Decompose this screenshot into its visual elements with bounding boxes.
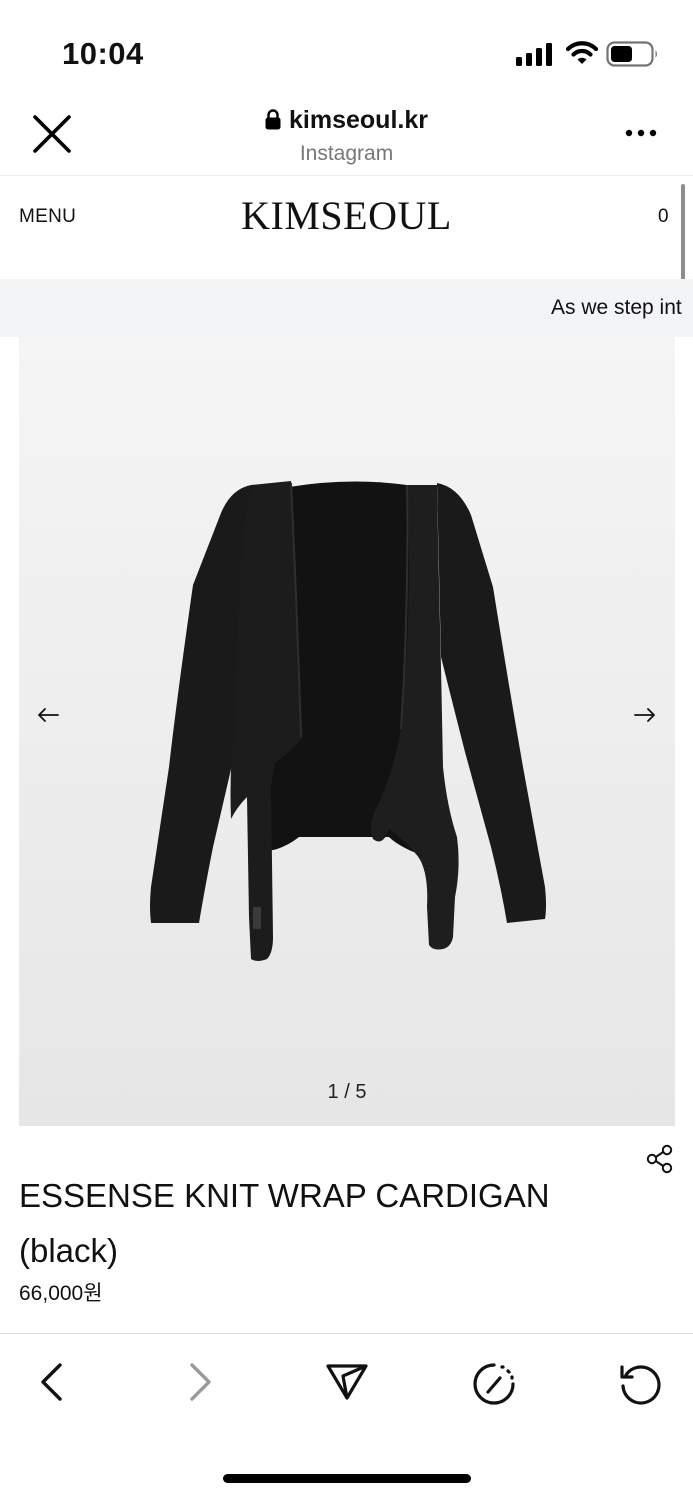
speed-icon[interactable] <box>472 1362 516 1406</box>
status-bar: 10:04 <box>0 0 693 100</box>
announcement-text: As we step int <box>551 296 682 319</box>
arrow-right-icon[interactable] <box>634 707 656 723</box>
battery-icon <box>606 41 657 67</box>
arrow-left-icon[interactable] <box>37 707 59 723</box>
status-time: 10:04 <box>62 36 144 71</box>
forward-icon[interactable] <box>186 1362 214 1402</box>
product-price: 66,000원 <box>19 1282 103 1305</box>
url-text: kimseoul.kr <box>289 106 428 134</box>
product-gallery[interactable]: 1 / 5 <box>19 337 675 1126</box>
signal-icon <box>516 43 552 66</box>
product-title: ESSENSE KNIT WRAP CARDIGAN (black) <box>19 1177 550 1269</box>
brand-logo[interactable]: KIMSEOUL <box>0 192 693 239</box>
home-indicator[interactable] <box>223 1474 471 1483</box>
back-icon[interactable] <box>38 1362 66 1402</box>
browser-toolbar <box>0 1333 693 1433</box>
share-icon[interactable] <box>646 1144 674 1174</box>
slide-counter: 1 / 5 <box>327 1081 367 1103</box>
product-image <box>150 481 546 961</box>
cart-count[interactable]: 0 <box>658 206 669 228</box>
browser-header: kimseoul.kr Instagram <box>0 100 693 176</box>
announcement-banner: As we step int <box>0 279 693 337</box>
wifi-icon <box>566 41 598 64</box>
share-send-icon[interactable] <box>325 1362 369 1402</box>
url-source: Instagram <box>299 142 394 165</box>
reload-icon[interactable] <box>618 1362 662 1406</box>
lock-icon <box>265 109 281 130</box>
more-icon[interactable] <box>624 128 658 138</box>
site-header: MENU KIMSEOUL 0 <box>0 176 693 279</box>
url-bar[interactable]: kimseoul.kr <box>0 106 693 135</box>
